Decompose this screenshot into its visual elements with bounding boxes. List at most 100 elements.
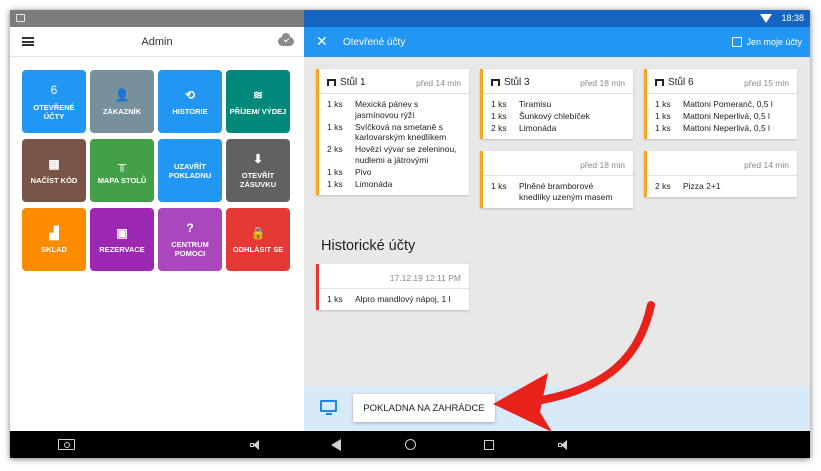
open-account-card[interactable]: Stůl 1 před 14 min 1 ks Mexická pánev s jas… — [316, 69, 469, 195]
open-account-card[interactable]: Stůl 6 před 15 min 1 ks Mattoni Pomeranč, 0… — [644, 69, 797, 139]
left-app-bar: Admin — [10, 27, 304, 57]
card-header: před 14 min — [647, 151, 797, 176]
item-name: Pivo — [355, 166, 372, 177]
only-mine-checkbox[interactable]: Jen moje účty — [732, 37, 802, 47]
tile-label: SKLAD — [41, 244, 67, 254]
list-item: 1 ks Mattoni Pomeranč, 0,5 l — [655, 99, 789, 110]
item-name: Alpro mandlový nápoj, 1 l — [355, 294, 451, 304]
cash-register-panel: POKLADNA NA ZAHRÁDCE — [304, 386, 810, 431]
item-quantity: 1 ks — [327, 99, 343, 109]
historic-account-card[interactable]: 17.12.19 12:11 PM 1 ks Alpro mandlový nápo… — [316, 264, 469, 310]
tile-label: MAPA STOLŮ — [97, 175, 147, 185]
close-icon[interactable]: ✕ — [316, 33, 328, 50]
download-icon: ⬇ — [252, 152, 264, 166]
cloud-synced-icon[interactable] — [278, 33, 294, 46]
card-items: 2 ks Pizza 2+1 — [647, 176, 797, 197]
tile-načíst-k-d[interactable]: ▦ NAČÍST KÓD — [22, 139, 86, 202]
tile-otevřené-účty[interactable]: 6 OTEVŘENÉ ÚČTY — [22, 70, 86, 133]
card-time: před 18 min — [580, 160, 625, 170]
tile-odhlásit-se[interactable]: 🔒 ODHLÁSIT SE — [226, 208, 290, 271]
list-item: 2 ks Limonáda — [491, 123, 625, 134]
item-name: Šunkový chlebíček — [519, 111, 590, 121]
card-header: před 18 min — [483, 151, 633, 176]
item-quantity: 1 ks — [327, 294, 343, 304]
only-mine-label: Jen moje účty — [746, 37, 802, 47]
item-name: Hovězí vývar se zeleninou, nudlemi a ját… — [355, 144, 457, 165]
list-item: 1 ks Alpro mandlový nápoj, 1 l — [327, 294, 461, 305]
table-name: Stůl 6 — [655, 77, 694, 88]
android-nav-bar — [10, 431, 810, 458]
open-accounts-count: 6 — [50, 82, 58, 97]
tile-label: NAČÍST KÓD — [30, 175, 78, 185]
card-time: 17.12.19 12:11 PM — [389, 273, 461, 283]
volume-up-icon[interactable] — [558, 440, 570, 450]
table-icon — [491, 79, 500, 86]
card-header: Stůl 1 před 14 min — [319, 69, 469, 94]
list-item: 1 ks Tiramisu — [491, 99, 625, 110]
tile-label: HISTORIE — [172, 106, 208, 116]
table-name: Stůl 3 — [491, 77, 530, 88]
table-icon — [655, 79, 664, 86]
table-label: Stůl 1 — [340, 77, 366, 88]
card-time: před 14 min — [416, 78, 461, 88]
list-item: 1 ks Šunkový chlebíček — [491, 111, 625, 122]
item-name: Tiramisu — [519, 99, 552, 109]
card-header: 17.12.19 12:11 PM — [319, 264, 469, 289]
tile-historie[interactable]: ⟲ HISTORIE — [158, 70, 222, 133]
user-name-title: Admin — [141, 36, 173, 48]
item-name: Plněné bramborové knedlíky uzeným masem — [519, 181, 613, 202]
open-account-card[interactable]: před 18 min 1 ks Plněné bramborové knedlík… — [480, 151, 633, 208]
home-icon[interactable] — [405, 439, 416, 450]
card-items: 1 ks Mexická pánev s jasmínovou rýží 1 ks S… — [319, 94, 469, 195]
forklift-icon: ▟ — [49, 225, 59, 240]
accounts-app-bar: ✕ Otevřené účty Jen moje účty — [304, 27, 810, 57]
list-item: 1 ks Limonáda — [327, 179, 461, 190]
tile-otevřít-zásuvku[interactable]: ⬇ OTEVŘÍT ZÁSUVKU — [226, 139, 290, 202]
accounts-pane: 18:38 ✕ Otevřené účty Jen moje účty Stůl… — [304, 10, 810, 431]
qr-icon: ▦ — [48, 156, 60, 171]
cash-register-button[interactable]: POKLADNA NA ZAHRÁDCE — [353, 394, 495, 422]
tile-zákazník[interactable]: 👤 ZÁKAZNÍK — [90, 70, 154, 133]
tile-uzavřít-pokladnu[interactable]: UZAVŘÍT POKLADNU — [158, 139, 222, 202]
list-item: 1 ks Pivo — [327, 167, 461, 178]
main-menu-pane: Admin 6 OTEVŘENÉ ÚČTY 👤 ZÁKAZNÍK ⟲ HISTORIE ≋ P… — [10, 10, 304, 431]
back-icon[interactable] — [331, 439, 341, 451]
tile-label: OTEVŘENÉ ÚČTY — [33, 102, 75, 121]
item-quantity: 1 ks — [491, 181, 507, 191]
table-label: Stůl 6 — [668, 77, 694, 88]
help-icon: ? — [186, 221, 194, 235]
tile-sklad[interactable]: ▟ SKLAD — [22, 208, 86, 271]
item-name: Mattoni Pomeranč, 0,5 l — [683, 99, 773, 109]
item-quantity: 1 ks — [655, 123, 671, 133]
lock-icon: 🔒 — [250, 225, 266, 240]
tile-label: OTEVŘÍT ZÁSUVKU — [239, 171, 277, 189]
coins-icon: ≋ — [252, 87, 264, 102]
open-account-card[interactable]: před 14 min 2 ks Pizza 2+1 — [644, 151, 797, 197]
tile-příjem-výdej[interactable]: ≋ PŘÍJEM/ VÝDEJ — [226, 70, 290, 133]
historic-accounts-heading: Historické účty — [321, 238, 416, 254]
tile-rezervace[interactable]: ▣ REZERVACE — [90, 208, 154, 271]
checkbox-icon[interactable] — [732, 37, 743, 47]
calendar-icon: ▣ — [116, 225, 128, 240]
item-quantity: 1 ks — [327, 166, 343, 177]
card-header: Stůl 6 před 15 min — [647, 69, 797, 94]
tile-label: UZAVŘÍT POKLADNU — [168, 161, 212, 180]
recent-apps-icon[interactable] — [484, 440, 494, 450]
list-item: 2 ks Hovězí vývar se zeleninou, nudlemi a… — [327, 144, 461, 165]
list-item: 1 ks Mexická pánev s jasmínovou rýží — [327, 99, 461, 120]
tile-mapa-stolů[interactable]: ╥ MAPA STOLŮ — [90, 139, 154, 202]
screenshot-icon[interactable] — [58, 439, 75, 450]
wifi-icon — [760, 14, 772, 23]
tile-centrum-pomoci[interactable]: ? CENTRUM POMOCI — [158, 208, 222, 271]
card-items: 1 ks Plněné bramborové knedlíky uzeným ma… — [483, 176, 633, 208]
right-status-bar: 18:38 — [304, 10, 810, 27]
menu-tile-grid: 6 OTEVŘENÉ ÚČTY 👤 ZÁKAZNÍK ⟲ HISTORIE ≋ PŘÍJEM/… — [22, 70, 292, 271]
item-name: Mattoni Neperlivá, 0,5 l — [683, 123, 770, 133]
table-label: Stůl 3 — [504, 77, 530, 88]
open-account-card[interactable]: Stůl 3 před 18 min 1 ks Tiramisu 1 ks Šunkový… — [480, 69, 633, 139]
item-quantity: 1 ks — [327, 121, 343, 132]
volume-down-icon[interactable] — [250, 440, 262, 450]
item-name: Mattoni Neperlivá, 0,5 l — [683, 111, 770, 121]
item-quantity: 1 ks — [491, 99, 507, 109]
screen-mirror-icon — [16, 14, 25, 22]
